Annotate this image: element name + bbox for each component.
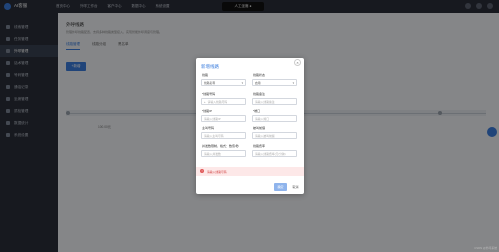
field-label: *线路号码 (202, 92, 216, 96)
port-input[interactable]: 请输入端口 (252, 115, 297, 122)
error-message: ! 请输入线路号码 (196, 167, 304, 176)
cancel-button[interactable]: 取消 (290, 183, 301, 191)
field-label: 并发数限制，格式：数值/秒 (202, 144, 239, 148)
field-label: 线路 (202, 73, 209, 77)
field-label: 被叫前缀 (253, 126, 266, 130)
rate-input[interactable]: 请输入线路费率(元/分钟) (252, 150, 297, 157)
confirm-button[interactable]: 确定 (274, 183, 287, 191)
dialog-footer: 确定 取消 (274, 183, 301, 191)
concurrency-input[interactable]: 请输入并发数 (201, 150, 246, 157)
error-icon: ! (200, 169, 204, 173)
line-status-select[interactable]: 启用 ▾ (252, 79, 297, 86)
error-text: 请输入线路号码 (207, 169, 227, 174)
callee-prefix-input[interactable]: 请输入被叫前缀 (252, 132, 297, 139)
field-label: 主叫号码 (202, 126, 215, 130)
field-label: 线路备注 (253, 92, 266, 96)
line-ip-input[interactable]: 请输入线路IP (201, 115, 246, 122)
line-remark-input[interactable]: 请输入线路备注 (252, 98, 297, 105)
chevron-down-icon: ▾ (241, 81, 243, 85)
field-label: 线路状态 (253, 73, 266, 77)
footer-watermark: CSDN @外呼系统 (474, 246, 497, 250)
prefix-text: + (204, 100, 206, 104)
caller-number-input[interactable]: 请输入主叫号码 (201, 132, 246, 139)
line-number-input[interactable]: + 请输入线路号码 (201, 98, 246, 105)
placeholder-text: 请输入线路号码 (207, 100, 228, 104)
select-value: 线路名称 (204, 81, 216, 85)
dialog-title: 新增线路 (201, 64, 219, 69)
chevron-down-icon: ▾ (292, 81, 294, 85)
line-name-select[interactable]: 线路名称 ▾ (201, 79, 246, 86)
close-icon[interactable]: × (294, 59, 301, 66)
field-label: *端口 (253, 109, 261, 113)
add-line-dialog: 新增线路 × 线路 线路名称 ▾ 线路状态 启用 ▾ *线路号码 + 请输入线路号码 … (196, 58, 304, 194)
field-label: *线路IP (202, 109, 213, 113)
field-label: 线路费率 (253, 144, 266, 148)
select-value: 启用 (255, 81, 261, 85)
